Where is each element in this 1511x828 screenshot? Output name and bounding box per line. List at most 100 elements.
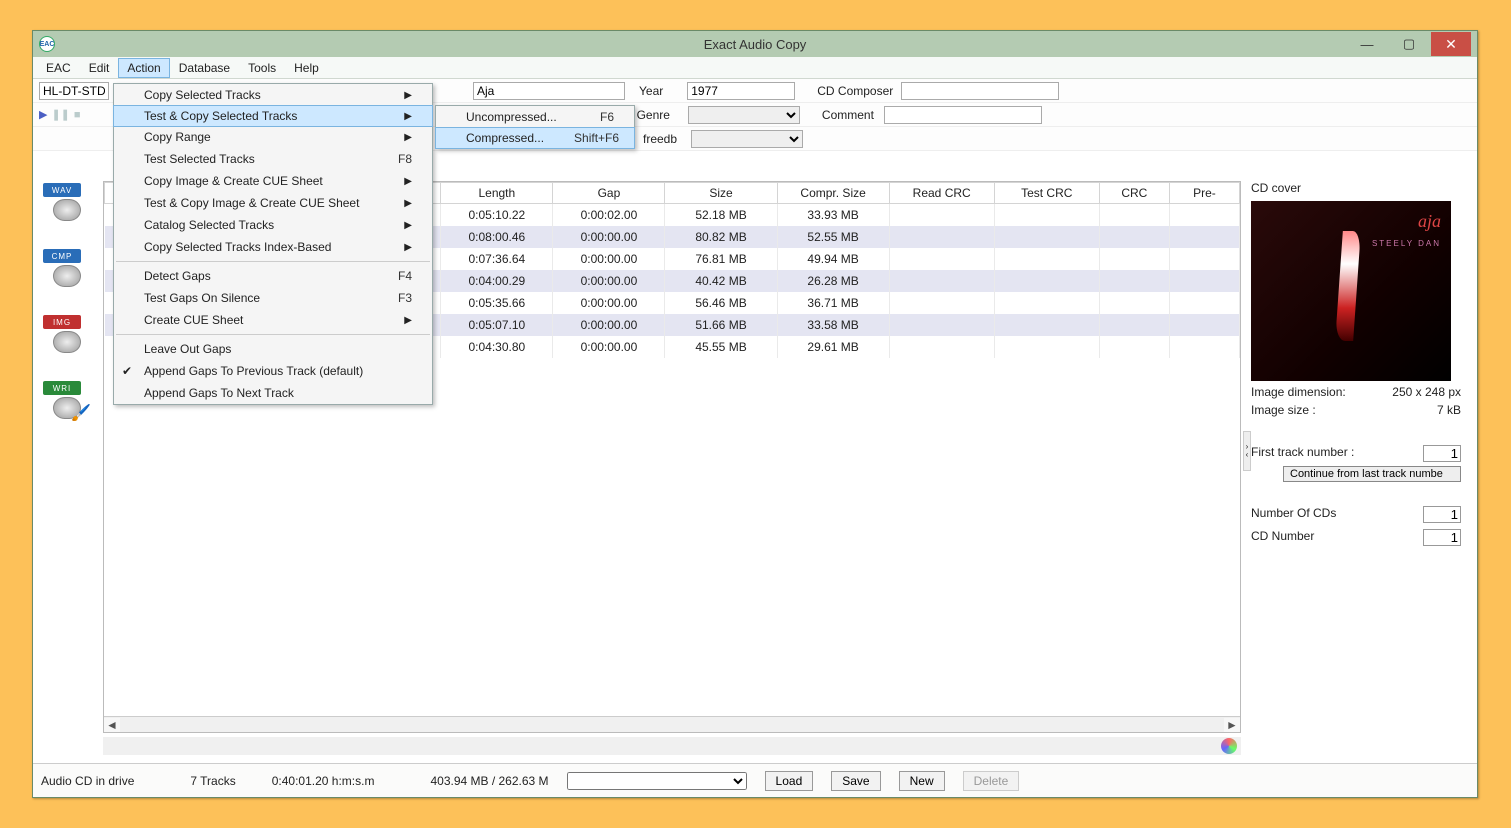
menu-item[interactable]: Copy Selected Tracks Index-Based▶ xyxy=(114,236,432,258)
genre-label: Genre xyxy=(637,108,670,122)
statusbar: Audio CD in drive 7 Tracks 0:40:01.20 h:… xyxy=(33,763,1477,797)
scroll-left-icon[interactable]: ◄ xyxy=(104,718,120,732)
minimize-button[interactable]: — xyxy=(1347,32,1387,56)
menu-item[interactable]: Copy Image & Create CUE Sheet▶ xyxy=(114,170,432,192)
cell xyxy=(889,226,994,248)
stop-icon[interactable]: ■ xyxy=(74,109,81,121)
col-crc[interactable]: CRC xyxy=(1099,183,1169,204)
profile-select[interactable] xyxy=(567,772,747,790)
cell xyxy=(889,292,994,314)
horizontal-scrollbar[interactable]: ◄ ► xyxy=(104,716,1240,732)
cell xyxy=(1169,292,1239,314)
save-button[interactable]: Save xyxy=(831,771,880,791)
cell: 26.28 MB xyxy=(777,270,889,292)
menu-eac[interactable]: EAC xyxy=(37,58,80,78)
cd-title-input[interactable] xyxy=(473,82,625,100)
menu-item[interactable]: Test Gaps On SilenceF3 xyxy=(114,287,432,309)
freedb-label: freedb xyxy=(643,132,677,146)
menu-item[interactable]: Test Selected TracksF8 xyxy=(114,148,432,170)
load-button[interactable]: Load xyxy=(765,771,814,791)
delete-button[interactable]: Delete xyxy=(963,771,1020,791)
menu-item[interactable]: ✔Append Gaps To Previous Track (default) xyxy=(114,360,432,382)
menu-item[interactable]: Test & Copy Image & Create CUE Sheet▶ xyxy=(114,192,432,214)
col-gap[interactable]: Gap xyxy=(553,183,665,204)
cell: 0:04:00.29 xyxy=(441,270,553,292)
close-button[interactable]: ✕ xyxy=(1431,32,1471,56)
menu-item[interactable]: Detect GapsF4 xyxy=(114,265,432,287)
cell xyxy=(1169,314,1239,336)
genre-select[interactable] xyxy=(688,106,800,124)
num-cds-label: Number Of CDs xyxy=(1251,506,1336,523)
status-tracks: 7 Tracks xyxy=(190,774,235,788)
cell: 0:04:30.80 xyxy=(441,336,553,358)
col-test-crc[interactable]: Test CRC xyxy=(994,183,1099,204)
comment-input[interactable] xyxy=(884,106,1042,124)
menu-item[interactable]: Create CUE Sheet▶ xyxy=(114,309,432,331)
menu-item[interactable]: Test & Copy Selected Tracks▶ xyxy=(113,105,433,127)
cell: 0:00:00.00 xyxy=(553,226,665,248)
composer-label: CD Composer xyxy=(817,84,893,98)
freedb-select[interactable] xyxy=(691,130,803,148)
progress-row xyxy=(103,737,1241,755)
submenu-item[interactable]: Compressed...Shift+F6 xyxy=(435,127,635,149)
play-icon[interactable]: ▶ xyxy=(39,108,47,121)
cell xyxy=(994,336,1099,358)
year-input[interactable] xyxy=(687,82,795,100)
menu-database[interactable]: Database xyxy=(170,58,239,78)
submenu-item[interactable]: Uncompressed...F6 xyxy=(436,106,634,128)
menu-item[interactable]: Append Gaps To Next Track xyxy=(114,382,432,404)
num-cds-input[interactable] xyxy=(1423,506,1461,523)
continue-number-button[interactable]: Continue from last track numbe xyxy=(1283,466,1461,482)
cell: 0:00:00.00 xyxy=(553,248,665,270)
col-compr-size[interactable]: Compr. Size xyxy=(777,183,889,204)
menu-action[interactable]: Action xyxy=(118,58,169,78)
drive-field[interactable] xyxy=(39,82,109,100)
cell: 0:00:00.00 xyxy=(553,336,665,358)
cell: 36.71 MB xyxy=(777,292,889,314)
cell: 0:00:00.00 xyxy=(553,292,665,314)
col-read-crc[interactable]: Read CRC xyxy=(889,183,994,204)
image-size-value: 7 kB xyxy=(1437,403,1461,417)
col-length[interactable]: Length xyxy=(441,183,553,204)
pause-icon[interactable]: ❚❚ xyxy=(51,108,69,121)
comment-label: Comment xyxy=(822,108,874,122)
cover-image[interactable]: aja STEELY DAN xyxy=(1251,201,1451,381)
cd-number-input[interactable] xyxy=(1423,529,1461,546)
image-dim-label: Image dimension: xyxy=(1251,385,1346,399)
menu-item[interactable]: Copy Range▶ xyxy=(114,126,432,148)
copy-compressed-button[interactable]: CMP xyxy=(39,247,91,291)
cell: 40.42 MB xyxy=(665,270,777,292)
cell xyxy=(889,248,994,270)
image-size-label: Image size : xyxy=(1251,403,1316,417)
cell xyxy=(889,314,994,336)
cell xyxy=(994,248,1099,270)
new-button[interactable]: New xyxy=(899,771,945,791)
menu-tools[interactable]: Tools xyxy=(239,58,285,78)
copy-wav-button[interactable]: WAV xyxy=(39,181,91,225)
maximize-button[interactable]: ▢ xyxy=(1389,32,1429,56)
menu-help[interactable]: Help xyxy=(285,58,328,78)
cover-title: aja xyxy=(1418,211,1441,232)
menu-item[interactable]: Copy Selected Tracks▶ xyxy=(114,84,432,106)
panel-splitter[interactable]: ›‹ xyxy=(1243,431,1251,471)
cell: 0:00:00.00 xyxy=(553,314,665,336)
scroll-right-icon[interactable]: ► xyxy=(1224,718,1240,732)
cell xyxy=(994,270,1099,292)
cell xyxy=(1169,336,1239,358)
test-copy-submenu: Uncompressed...F6Compressed...Shift+F6 xyxy=(435,105,635,149)
copy-image-button[interactable]: IMG xyxy=(39,313,91,357)
menu-item[interactable]: Catalog Selected Tracks▶ xyxy=(114,214,432,236)
first-track-input[interactable] xyxy=(1423,445,1461,462)
composer-input[interactable] xyxy=(901,82,1059,100)
col-size[interactable]: Size xyxy=(665,183,777,204)
cell: 0:05:35.66 xyxy=(441,292,553,314)
menu-item[interactable]: Leave Out Gaps xyxy=(114,338,432,360)
cell xyxy=(994,314,1099,336)
write-cd-button[interactable]: WRI🖌️ xyxy=(39,379,91,423)
first-track-label: First track number : xyxy=(1251,445,1354,462)
col-pre-[interactable]: Pre- xyxy=(1169,183,1239,204)
titlebar: EAC Exact Audio Copy — ▢ ✕ xyxy=(33,31,1477,57)
menu-edit[interactable]: Edit xyxy=(80,58,119,78)
cover-label: CD cover xyxy=(1251,181,1461,195)
cell xyxy=(994,226,1099,248)
